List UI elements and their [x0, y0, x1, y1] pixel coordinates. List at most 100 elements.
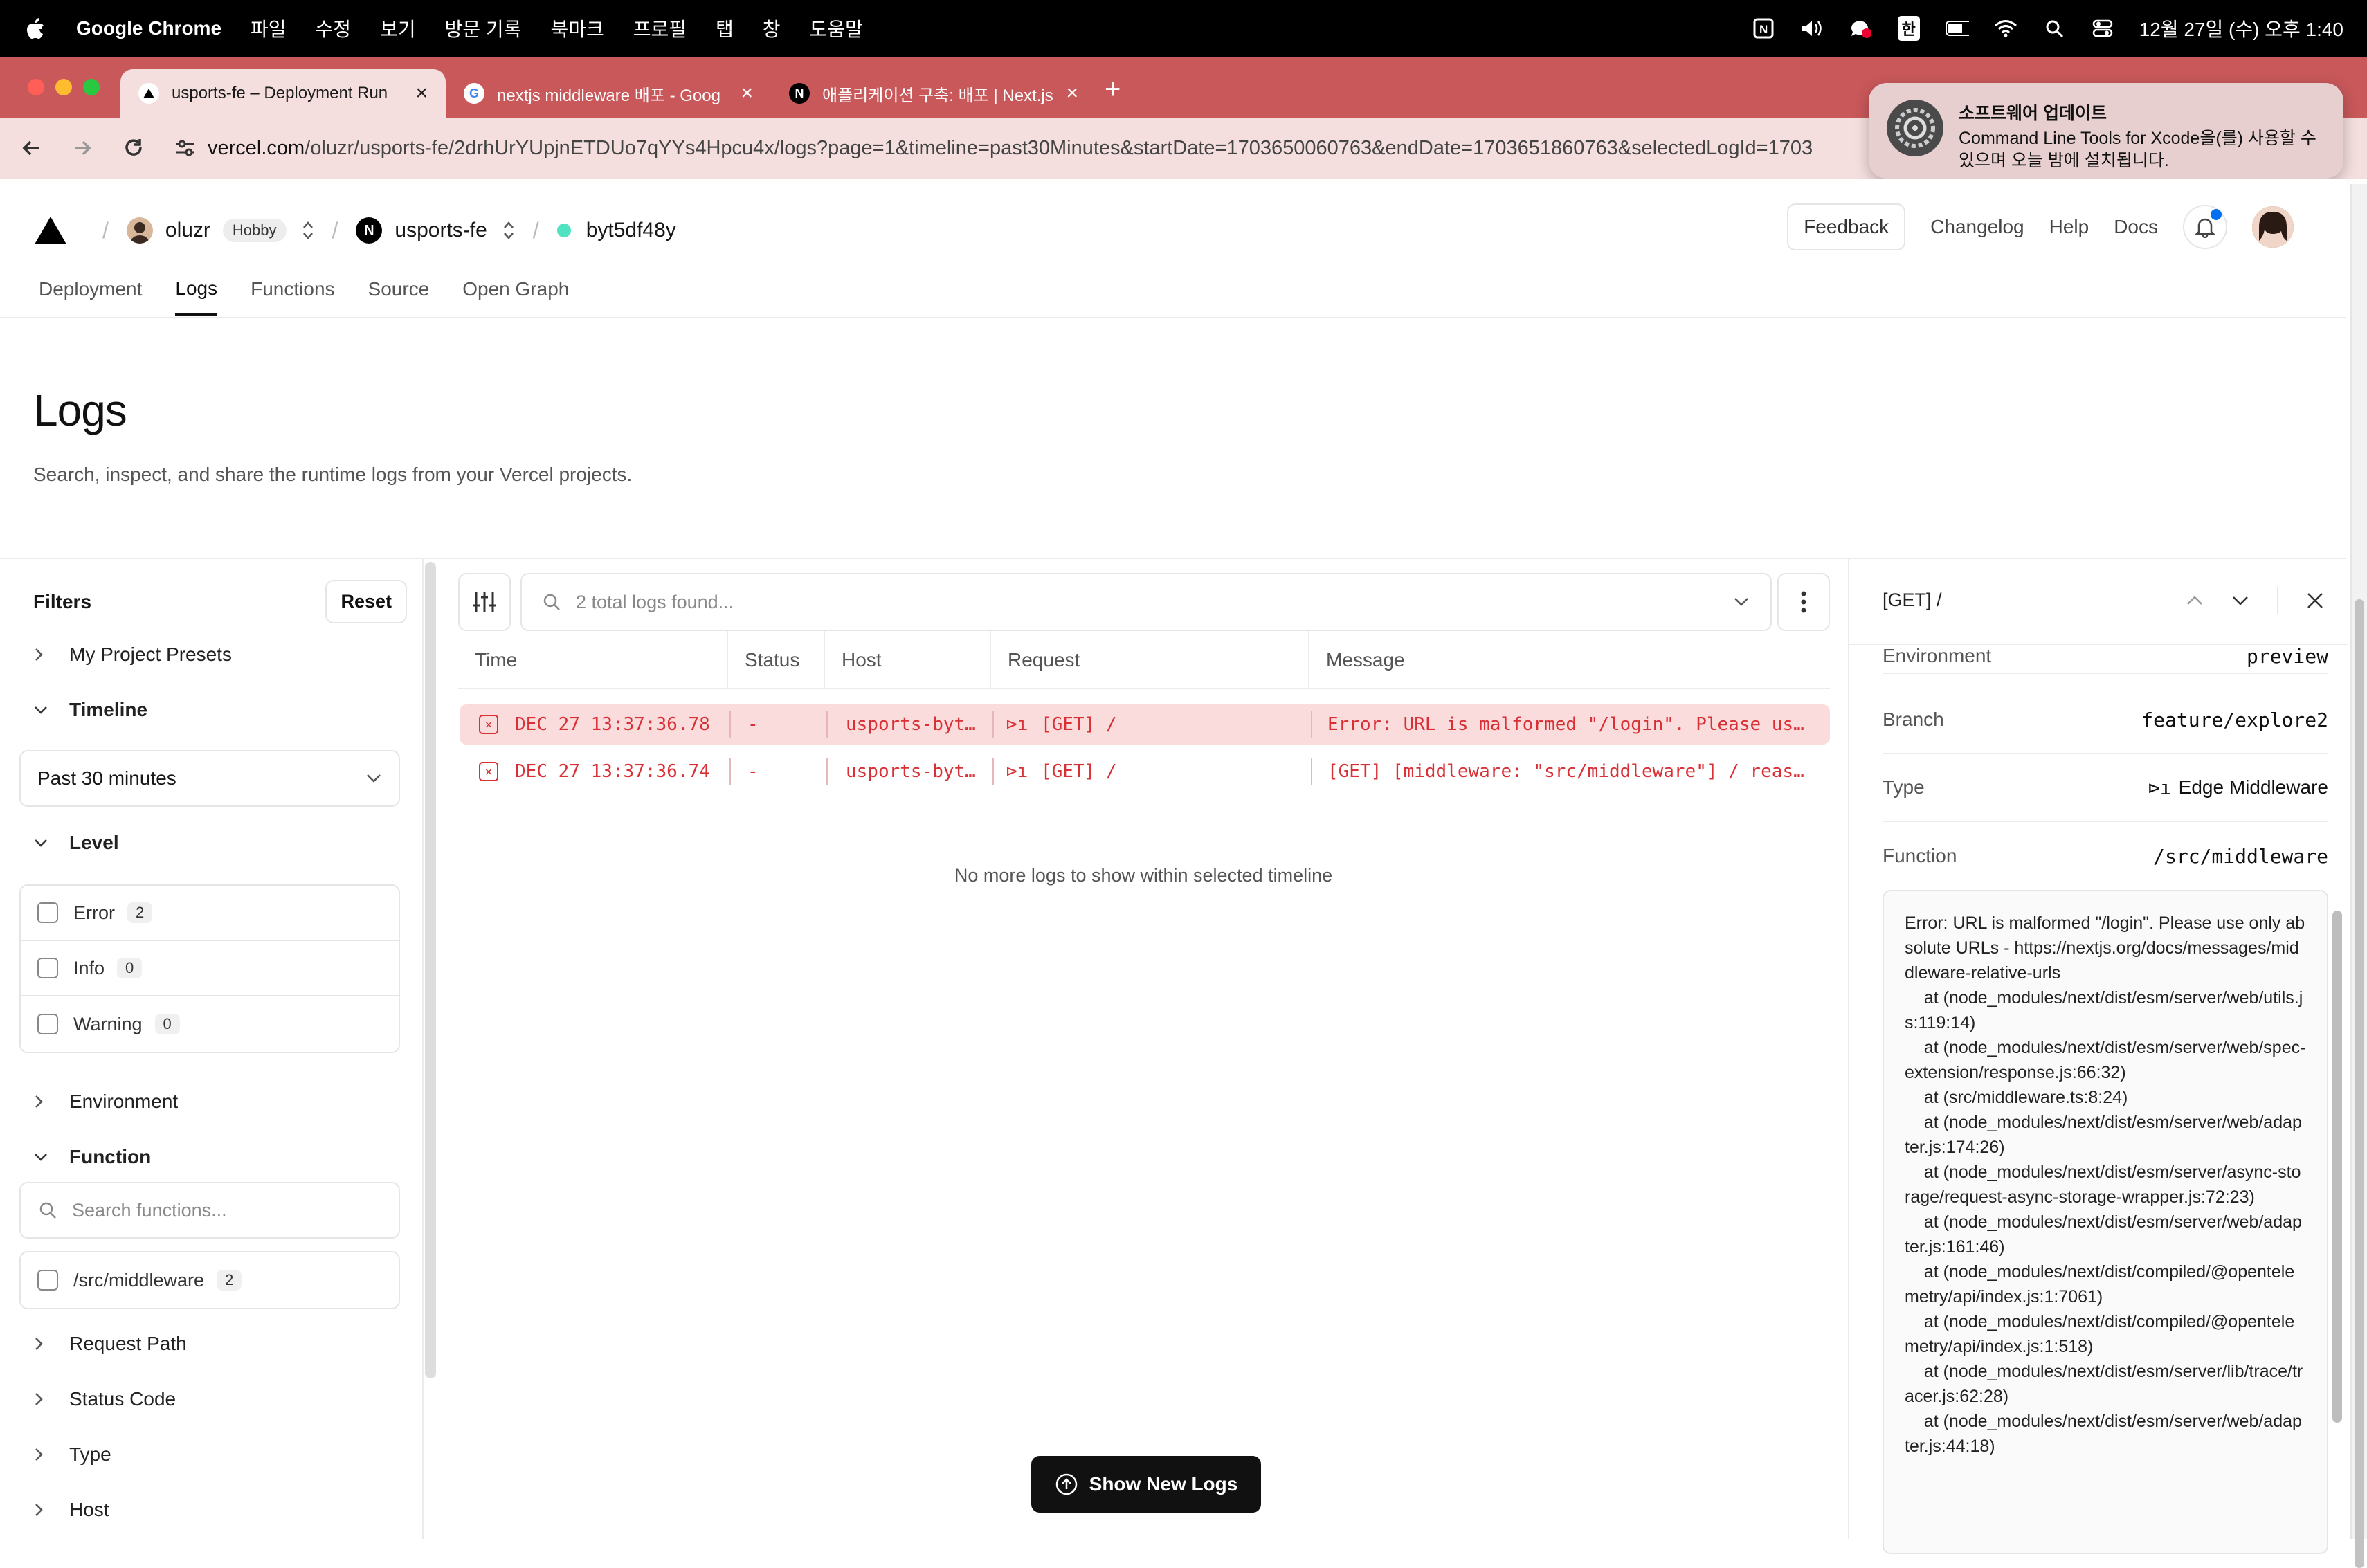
battery-icon[interactable]	[1945, 17, 1969, 40]
filter-my-presets[interactable]: My Project Presets	[33, 644, 232, 666]
timeline-value: Past 30 minutes	[37, 767, 176, 789]
volume-icon[interactable]	[1800, 17, 1824, 40]
chevron-up-icon[interactable]	[2186, 595, 2204, 606]
tab-nextjs-docs[interactable]: N 애플리케이션 구축: 배포 | Next.js ×	[771, 69, 1096, 118]
checkbox[interactable]	[37, 902, 58, 923]
filter-level[interactable]: Level	[33, 832, 119, 854]
docs-link[interactable]: Docs	[2114, 216, 2158, 238]
vercel-logo-icon[interactable]	[33, 215, 68, 246]
tab-functions[interactable]: Functions	[251, 278, 334, 314]
log-row[interactable]: × DEC 27 13:37:36.74 - usports-byt… ⊳ı […	[460, 751, 1830, 792]
menu-window[interactable]: 창	[763, 15, 781, 42]
site-settings-icon[interactable]	[174, 138, 197, 158]
filter-function[interactable]: Function	[33, 1146, 151, 1168]
filter-type[interactable]: Type	[33, 1443, 111, 1466]
menu-edit[interactable]: 수정	[316, 15, 352, 42]
show-new-logs-button[interactable]: Show New Logs	[1031, 1456, 1261, 1513]
menu-tab[interactable]: 탭	[716, 15, 734, 42]
function-search-input[interactable]: Search functions...	[19, 1182, 400, 1239]
clock[interactable]: 12월 27일 (수) 오후 1:40	[2139, 15, 2343, 42]
back-icon[interactable]	[21, 138, 48, 158]
menu-profiles[interactable]: 프로필	[633, 15, 687, 42]
filter-status-code[interactable]: Status Code	[33, 1388, 176, 1410]
notifications-button[interactable]	[2183, 205, 2227, 249]
software-update-notification[interactable]: 소프트웨어 업데이트 Command Line Tools for Xcode을…	[1869, 83, 2343, 179]
checkbox[interactable]	[37, 1270, 58, 1291]
app-name[interactable]: Google Chrome	[76, 17, 221, 39]
control-center-icon[interactable]	[2091, 17, 2114, 40]
minimize-window-button[interactable]	[55, 79, 72, 95]
notion-icon[interactable]: N	[1752, 17, 1775, 40]
reload-icon[interactable]	[123, 138, 151, 158]
apple-icon[interactable]	[25, 17, 46, 40]
vercel-header: / oluzr Hobby / N usports-fe / byt5df48y…	[0, 179, 2346, 318]
menu-view[interactable]: 보기	[380, 15, 416, 42]
level-error[interactable]: Error 2	[21, 886, 399, 941]
column-request[interactable]: Request	[991, 631, 1309, 689]
filters-scrollbar[interactable]	[425, 562, 436, 1378]
filter-timeline[interactable]: Timeline	[33, 699, 147, 721]
level-info[interactable]: Info 0	[21, 941, 399, 996]
logs-toolbar: 2 total logs found...	[458, 573, 1830, 631]
close-icon[interactable]	[2306, 592, 2324, 610]
tab-title: usports-fe – Deployment Run	[172, 84, 388, 102]
changelog-link[interactable]: Changelog	[1930, 216, 2024, 238]
tab-open-graph[interactable]: Open Graph	[462, 278, 569, 314]
menu-bookmarks[interactable]: 북마크	[550, 15, 604, 42]
close-tab-icon[interactable]: ×	[741, 82, 753, 105]
more-options-button[interactable]	[1777, 573, 1830, 631]
level-warning[interactable]: Warning 0	[21, 996, 399, 1052]
close-tab-icon[interactable]: ×	[1066, 82, 1078, 105]
tab-logs[interactable]: Logs	[175, 277, 218, 316]
switch-team-icon[interactable]	[302, 220, 314, 241]
page-scrollbar[interactable]	[2350, 184, 2367, 1568]
help-link[interactable]: Help	[2049, 216, 2089, 238]
column-status[interactable]: Status	[728, 631, 825, 689]
project-name[interactable]: usports-fe	[394, 219, 487, 242]
column-time[interactable]: Time	[458, 631, 728, 689]
column-host[interactable]: Host	[825, 631, 991, 689]
tab-source[interactable]: Source	[368, 278, 430, 314]
chat-icon[interactable]	[1849, 17, 1872, 40]
filter-environment[interactable]: Environment	[33, 1091, 178, 1113]
function-options: /src/middleware 2	[19, 1251, 400, 1309]
spotlight-icon[interactable]	[2042, 17, 2066, 40]
switch-project-icon[interactable]	[502, 220, 515, 241]
field-value[interactable]: /src/middleware	[2153, 845, 2328, 868]
column-message[interactable]: Message	[1309, 631, 1830, 689]
close-window-button[interactable]	[28, 79, 44, 95]
tab-deployment[interactable]: Deployment	[39, 278, 142, 314]
new-tab-icon[interactable]: +	[1105, 74, 1121, 105]
forward-icon[interactable]	[72, 138, 100, 158]
checkbox[interactable]	[37, 958, 58, 978]
tab-google-search[interactable]: G nextjs middleware 배포 - Goog ×	[446, 69, 771, 118]
timeline-select[interactable]: Past 30 minutes	[19, 750, 400, 807]
close-tab-icon[interactable]: ×	[415, 82, 428, 105]
reset-button[interactable]: Reset	[325, 580, 407, 623]
deployment-id[interactable]: byt5df48y	[586, 219, 676, 242]
filter-host[interactable]: Host	[33, 1499, 109, 1521]
ime-indicator[interactable]: 한	[1897, 16, 1921, 41]
function-option[interactable]: /src/middleware 2	[21, 1252, 399, 1308]
checkbox[interactable]	[37, 1014, 58, 1034]
chevron-down-icon[interactable]	[2231, 595, 2249, 606]
account-avatar[interactable]	[2252, 206, 2294, 248]
logs-search-input[interactable]: 2 total logs found...	[520, 573, 1772, 631]
chevron-down-icon[interactable]	[1733, 596, 1750, 608]
field-value[interactable]: feature/explore2	[2141, 709, 2328, 731]
detail-scrollbar[interactable]	[2332, 911, 2342, 1423]
scrollbar-thumb[interactable]	[2355, 599, 2364, 1568]
menu-file[interactable]: 파일	[251, 15, 287, 42]
wifi-icon[interactable]	[1994, 17, 2017, 40]
filter-toggle-button[interactable]	[458, 573, 511, 631]
tab-vercel-logs[interactable]: usports-fe – Deployment Run ×	[120, 69, 446, 118]
log-row[interactable]: × DEC 27 13:37:36.78 - usports-byt… ⊳ı […	[460, 704, 1830, 745]
user-name[interactable]: oluzr	[165, 219, 210, 242]
menu-help[interactable]: 도움말	[810, 15, 863, 42]
zoom-window-button[interactable]	[83, 79, 100, 95]
feedback-button[interactable]: Feedback	[1787, 203, 1906, 250]
menu-history[interactable]: 방문 기록	[445, 15, 522, 42]
notification-body: Command Line Tools for Xcode을(를) 사용할 수 있…	[1959, 129, 2316, 170]
filter-request-path[interactable]: Request Path	[33, 1333, 187, 1355]
error-stack-trace[interactable]: Error: URL is malformed "/login". Please…	[1883, 890, 2328, 1554]
